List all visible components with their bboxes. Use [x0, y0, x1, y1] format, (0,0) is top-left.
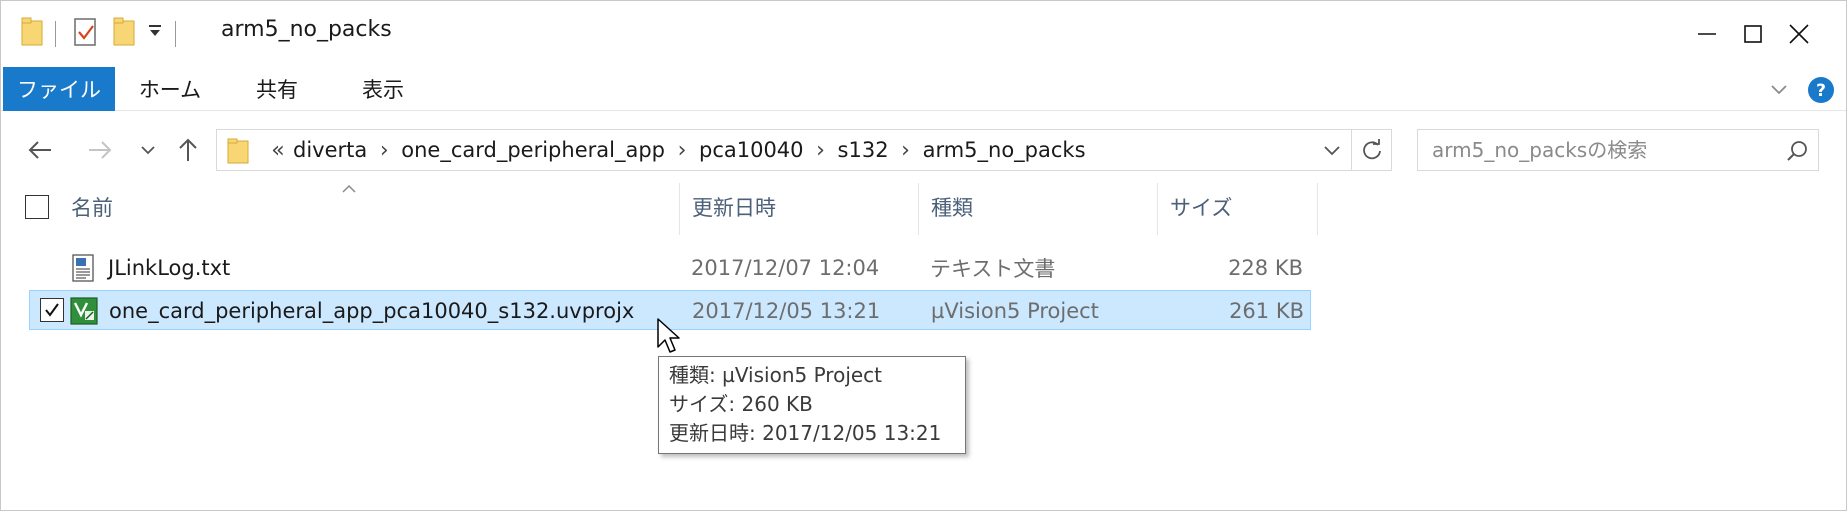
file-size: 228 KB — [1228, 256, 1303, 280]
ribbon-tabs: ファイル ホーム 共有 表示 ? — [1, 67, 1846, 111]
expand-ribbon-icon[interactable] — [1769, 79, 1789, 103]
tooltip-modified: 更新日時: 2017/12/05 13:21 — [669, 421, 942, 445]
column-header-type[interactable]: 種類 — [919, 179, 1157, 235]
breadcrumb-item[interactable]: one_card_peripheral_app — [401, 138, 665, 162]
file-modified: 2017/12/07 12:04 — [691, 256, 880, 280]
search-icon[interactable] — [1784, 138, 1810, 164]
column-header-name[interactable]: 名前 — [59, 179, 679, 235]
up-button[interactable] — [169, 131, 207, 169]
back-button[interactable] — [21, 131, 59, 169]
file-name[interactable]: JLinkLog.txt — [108, 248, 230, 288]
column-header-modified[interactable]: 更新日時 — [680, 179, 918, 235]
tab-share[interactable]: 共有 — [235, 67, 319, 111]
tab-file[interactable]: ファイル — [3, 67, 115, 111]
folder-icon[interactable] — [21, 17, 43, 51]
refresh-button[interactable] — [1352, 129, 1392, 171]
properties-icon[interactable] — [73, 17, 99, 51]
chevron-down-icon — [141, 146, 155, 155]
tooltip-type: 種類: µVision5 Project — [669, 363, 883, 387]
chevron-right-icon[interactable]: › — [665, 138, 699, 163]
address-dropdown-button[interactable] — [1311, 130, 1351, 170]
search-input[interactable] — [1432, 136, 1762, 164]
file-modified: 2017/12/05 13:21 — [692, 299, 881, 323]
column-header-size[interactable]: サイズ — [1158, 179, 1317, 235]
tab-view[interactable]: 表示 — [341, 67, 425, 111]
file-info-tooltip: 種類: µVision5 Project サイズ: 260 KB 更新日時: 2… — [658, 356, 966, 454]
chevron-right-icon[interactable]: › — [889, 138, 923, 163]
quick-access-divider — [55, 21, 56, 47]
folder-icon — [227, 138, 249, 168]
file-name[interactable]: one_card_peripheral_app_pca10040_s132.uv… — [109, 291, 634, 331]
column-headers: 名前 更新日時 種類 サイズ — [1, 179, 1321, 235]
forward-arrow-icon — [89, 141, 112, 159]
file-row[interactable]: JLinkLog.txt 2017/12/07 12:04 テキスト文書 228… — [29, 248, 1311, 288]
new-folder-icon[interactable] — [113, 17, 135, 51]
chevron-right-icon[interactable]: › — [804, 138, 838, 163]
breadcrumb-item[interactable]: arm5_no_packs — [923, 138, 1086, 162]
row-checkbox[interactable] — [40, 298, 64, 322]
chevron-right-icon[interactable]: › — [367, 138, 401, 163]
uvision-project-icon — [70, 297, 98, 325]
title-bar: arm5_no_packs — [1, 1, 1846, 67]
file-type: テキスト文書 — [930, 257, 1056, 281]
refresh-icon — [1362, 139, 1381, 160]
close-button[interactable] — [1753, 1, 1845, 67]
close-icon — [1789, 24, 1809, 44]
breadcrumb-item[interactable]: s132 — [838, 138, 889, 162]
file-size: 261 KB — [1229, 299, 1304, 323]
breadcrumb-item[interactable]: diverta — [293, 138, 367, 162]
checkmark-icon — [45, 303, 59, 317]
customize-dropdown-icon[interactable] — [147, 23, 163, 43]
recent-locations-button[interactable] — [129, 131, 167, 169]
address-bar[interactable]: « diverta › one_card_peripheral_app › pc… — [216, 129, 1352, 171]
window-title: arm5_no_packs — [221, 17, 392, 42]
tooltip-size: サイズ: 260 KB — [669, 392, 813, 416]
quick-access-divider — [175, 21, 176, 47]
forward-button[interactable] — [81, 131, 119, 169]
search-box[interactable] — [1417, 129, 1819, 171]
navigation-bar: « diverta › one_card_peripheral_app › pc… — [1, 121, 1846, 177]
file-type: µVision5 Project — [931, 299, 1099, 323]
breadcrumb: « diverta › one_card_peripheral_app › pc… — [263, 130, 1086, 170]
explorer-window: arm5_no_packs ファイル ホーム 共有 表示 ? « diverta… — [0, 0, 1847, 511]
breadcrumb-item[interactable]: pca10040 — [699, 138, 804, 162]
help-icon[interactable]: ? — [1807, 76, 1835, 108]
up-arrow-icon — [179, 138, 197, 161]
text-file-icon — [69, 254, 97, 282]
select-all-checkbox[interactable] — [25, 195, 49, 219]
mouse-cursor-icon — [656, 317, 682, 359]
back-arrow-icon — [28, 141, 51, 159]
svg-text:?: ? — [1816, 81, 1826, 101]
tab-home[interactable]: ホーム — [123, 67, 217, 111]
breadcrumb-overflow[interactable]: « — [263, 138, 293, 163]
column-divider[interactable] — [1317, 183, 1318, 235]
chevron-down-icon — [1323, 146, 1340, 156]
